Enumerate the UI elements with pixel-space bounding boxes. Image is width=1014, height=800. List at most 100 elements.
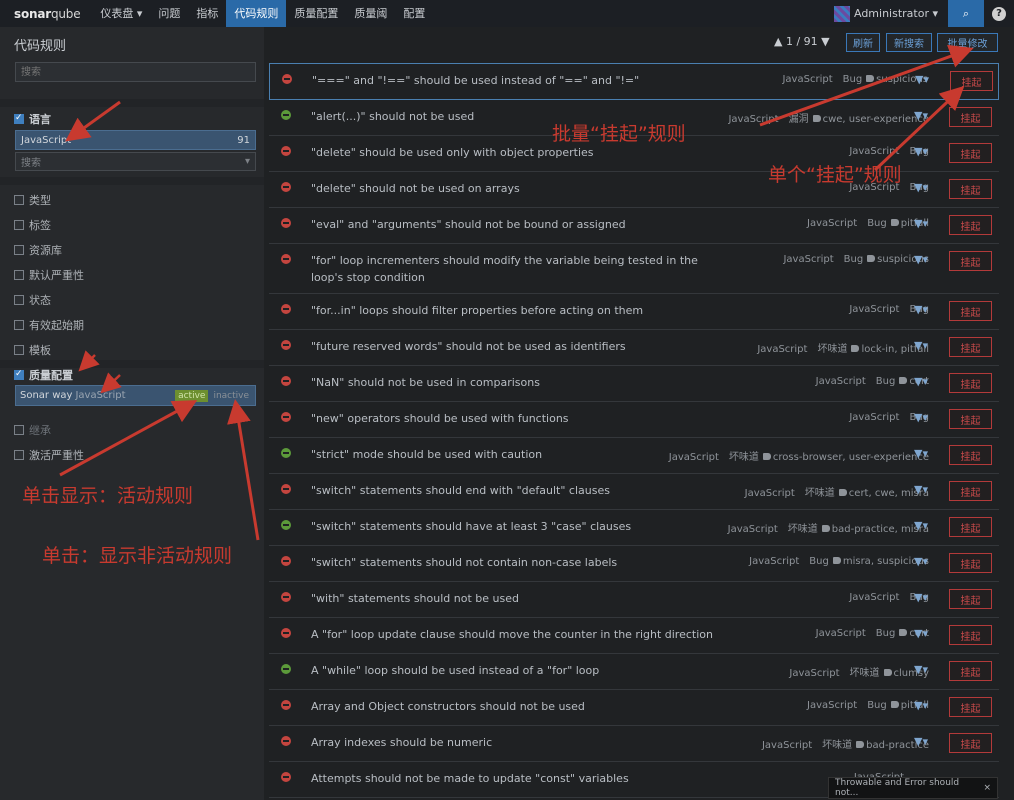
rule-row[interactable]: "NaN" should not be used in comparisons J… (269, 366, 999, 402)
rule-row[interactable]: "switch" statements should end with "def… (269, 474, 999, 510)
rule-row[interactable]: Array and Object constructors should not… (269, 690, 999, 726)
nav-dashboard[interactable]: 仪表盘 ▾ (92, 0, 150, 27)
rule-name-link[interactable]: A "while" loop should be used instead of… (311, 662, 751, 679)
rule-name-link[interactable]: Array and Object constructors should not… (311, 698, 751, 715)
suspend-button[interactable]: 挂起 (949, 301, 992, 321)
rule-name-link[interactable]: "for...in" loops should filter propertie… (311, 302, 751, 319)
rule-row[interactable]: "new" operators should be used with func… (269, 402, 999, 438)
facet-type[interactable]: 类型 (14, 192, 51, 208)
inactive-toggle[interactable]: inactive (211, 391, 251, 401)
nav-issues[interactable]: 问题 (150, 0, 188, 27)
suspend-button[interactable]: 挂起 (949, 553, 992, 573)
suspend-button[interactable]: 挂起 (949, 697, 992, 717)
filter-icon[interactable]: ▼▾ (914, 217, 928, 230)
rule-name-link[interactable]: "eval" and "arguments" should not be bou… (311, 216, 751, 233)
facet-repository[interactable]: 资源库 (14, 242, 62, 258)
rule-row[interactable]: "switch" statements should not contain n… (269, 546, 999, 582)
nav-administration[interactable]: 配置 (395, 0, 433, 27)
quality-profile-option[interactable]: Sonar way JavaScript active inactive (15, 385, 256, 406)
filter-icon[interactable]: ▼▾ (914, 627, 928, 640)
suspend-button[interactable]: 挂起 (949, 625, 992, 645)
rule-name-link[interactable]: "NaN" should not be used in comparisons (311, 374, 751, 391)
filter-icon[interactable]: ▼▾ (914, 145, 928, 158)
filter-icon[interactable]: ▼▾ (914, 253, 928, 266)
nav-quality-gates[interactable]: 质量阈 (346, 0, 395, 27)
rule-name-link[interactable]: "switch" statements should have at least… (311, 518, 751, 535)
filter-icon[interactable]: ▼▾ (914, 483, 928, 496)
suspend-button[interactable]: 挂起 (949, 445, 992, 465)
suspend-button[interactable]: 挂起 (949, 409, 992, 429)
suspend-button[interactable]: 挂起 (949, 589, 992, 609)
filter-icon[interactable]: ▼▾ (914, 375, 928, 388)
suspend-button[interactable]: 挂起 (949, 481, 992, 501)
suspend-button[interactable]: 挂起 (949, 215, 992, 235)
refresh-button[interactable]: 刷新 (846, 33, 880, 52)
rule-name-link[interactable]: "delete" should be used only with object… (311, 144, 751, 161)
filter-icon[interactable]: ▼▾ (915, 73, 929, 86)
rule-tags[interactable]: cross-browser, user-experience (773, 452, 929, 463)
rule-name-link[interactable]: "new" operators should be used with func… (311, 410, 751, 427)
suspend-button[interactable]: 挂起 (949, 517, 992, 537)
help-button[interactable]: ? (984, 0, 1014, 27)
rule-toast[interactable]: Throwable and Error should not... × (828, 777, 998, 799)
suspend-button[interactable]: 挂起 (950, 71, 993, 91)
new-search-button[interactable]: 新搜索 (886, 33, 932, 52)
language-option-javascript[interactable]: JavaScript 91 (15, 130, 256, 150)
suspend-button[interactable]: 挂起 (949, 373, 992, 393)
rule-name-link[interactable]: "future reserved words" should not be us… (311, 338, 751, 355)
rule-row[interactable]: "strict" mode should be used with cautio… (269, 438, 999, 474)
rule-name-link[interactable]: "for" loop incrementers should modify th… (311, 252, 731, 286)
rule-name-link[interactable]: "with" statements should not be used (311, 590, 751, 607)
rule-name-link[interactable]: Array indexes should be numeric (311, 734, 751, 751)
rule-name-link[interactable]: Attempts should not be made to update "c… (311, 770, 751, 787)
active-toggle[interactable]: active (175, 389, 209, 402)
suspend-button[interactable]: 挂起 (949, 179, 992, 199)
rule-row[interactable]: "eval" and "arguments" should not be bou… (269, 208, 999, 244)
suspend-button[interactable]: 挂起 (949, 733, 992, 753)
rule-row[interactable]: "with" statements should not be used Java… (269, 582, 999, 618)
facet-default-severity[interactable]: 默认严重性 (14, 267, 84, 283)
filter-icon[interactable]: ▼▾ (914, 591, 928, 604)
filter-icon[interactable]: ▼▾ (914, 339, 928, 352)
suspend-button[interactable]: 挂起 (949, 251, 992, 271)
pagination[interactable]: ▲ 1 / 91 ▼ (774, 35, 830, 48)
language-search-select[interactable]: 搜索 ▾ (15, 152, 256, 171)
bulk-change-button[interactable]: 批量修改 (937, 33, 998, 52)
rule-name-link[interactable]: "===" and "!==" should be used instead o… (312, 72, 752, 89)
suspend-button[interactable]: 挂起 (949, 107, 992, 127)
filter-icon[interactable]: ▼▾ (914, 555, 928, 568)
suspend-button[interactable]: 挂起 (949, 143, 992, 163)
rule-name-link[interactable]: A "for" loop update clause should move t… (311, 626, 751, 643)
user-menu[interactable]: Administrator ▾ (824, 5, 948, 22)
facet-tags[interactable]: 标签 (14, 217, 51, 233)
filter-icon[interactable]: ▼▾ (914, 109, 928, 122)
filter-icon[interactable]: ▼▾ (914, 181, 928, 194)
suspend-button[interactable]: 挂起 (949, 661, 992, 681)
rule-row[interactable]: "for...in" loops should filter propertie… (269, 294, 999, 330)
filter-icon[interactable]: ▼▾ (914, 699, 928, 712)
filter-icon[interactable]: ▼▾ (914, 663, 928, 676)
nav-quality-profiles[interactable]: 质量配置 (286, 0, 346, 27)
facet-status[interactable]: 状态 (14, 292, 51, 308)
rules-search-input[interactable] (15, 62, 256, 82)
rule-row[interactable]: "for" loop incrementers should modify th… (269, 244, 999, 294)
rule-row[interactable]: A "while" loop should be used instead of… (269, 654, 999, 690)
facet-quality-profile[interactable]: 质量配置 (14, 367, 73, 383)
filter-icon[interactable]: ▼▾ (914, 735, 928, 748)
nav-measures[interactable]: 指标 (188, 0, 226, 27)
filter-icon[interactable]: ▼▾ (914, 519, 928, 532)
facet-active-severity[interactable]: 激活严重性 (14, 447, 84, 463)
rule-row[interactable]: "future reserved words" should not be us… (269, 330, 999, 366)
rule-row[interactable]: A "for" loop update clause should move t… (269, 618, 999, 654)
rule-name-link[interactable]: "delete" should not be used on arrays (311, 180, 751, 197)
sonarqube-logo[interactable]: sonar qube (0, 0, 92, 27)
filter-icon[interactable]: ▼▾ (914, 303, 928, 316)
filter-icon[interactable]: ▼▾ (914, 447, 928, 460)
facet-template[interactable]: 模板 (14, 342, 51, 358)
close-icon[interactable]: × (983, 783, 991, 793)
rule-name-link[interactable]: "switch" statements should not contain n… (311, 554, 751, 571)
facet-available-since[interactable]: 有效起始期 (14, 317, 84, 333)
global-search-button[interactable]: ⌕ (948, 0, 984, 27)
facet-language[interactable]: 语言 (14, 111, 51, 127)
suspend-button[interactable]: 挂起 (949, 337, 992, 357)
